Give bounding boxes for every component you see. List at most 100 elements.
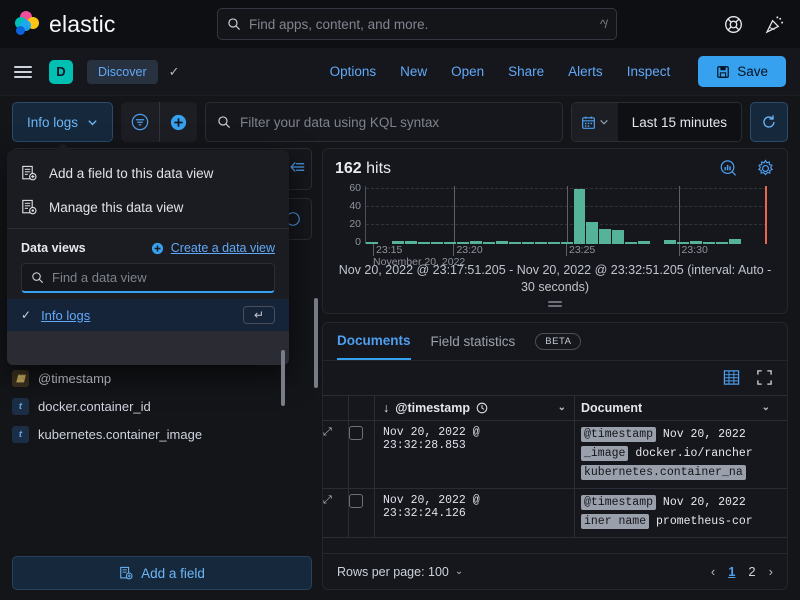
- menu-item-open[interactable]: Open: [451, 64, 484, 79]
- data-view-option-info-logs[interactable]: ✓ Info logs ↵: [7, 299, 289, 331]
- histogram-bar[interactable]: [574, 189, 586, 244]
- doc-line: @timestamp Nov 20, 2022: [581, 426, 753, 445]
- histogram-bar[interactable]: [586, 222, 598, 244]
- x-tick: 23:20: [453, 244, 482, 256]
- menu-item-options[interactable]: Options: [330, 64, 377, 79]
- save-button-label: Save: [737, 64, 768, 79]
- breadcrumb-check-icon: ✓: [169, 64, 180, 80]
- sidebar-scrollbar[interactable]: [314, 298, 318, 388]
- breadcrumb-discover[interactable]: Discover: [87, 60, 158, 84]
- chart-header: 162 hits: [335, 159, 775, 178]
- data-view-search-input[interactable]: Find a data view: [21, 263, 275, 293]
- global-search-input[interactable]: Find apps, content, and more. ^/: [217, 8, 617, 40]
- menu-item-share[interactable]: Share: [508, 64, 544, 79]
- field-item[interactable]: ▦ @timestamp: [12, 364, 312, 392]
- doc-field-chip: iner name: [581, 514, 649, 529]
- search-icon: [31, 271, 44, 284]
- histogram-bars[interactable]: [366, 186, 767, 244]
- checkbox-icon: [349, 494, 363, 508]
- filter-icon: [130, 112, 150, 132]
- page-2-button[interactable]: 2: [748, 564, 755, 579]
- column-header-timestamp[interactable]: ↓ @timestamp ⌄: [375, 395, 575, 421]
- help-lifebuoy-icon[interactable]: [724, 15, 743, 34]
- fullscreen-icon[interactable]: [756, 369, 773, 386]
- data-view-selector-label: Info logs: [27, 115, 78, 130]
- documents-panel: Documents Field statistics BETA: [322, 322, 788, 590]
- field-type-icon: t: [12, 398, 29, 415]
- doc-field-value: Nov 20, 2022: [663, 428, 746, 441]
- hits-count: 162: [335, 160, 362, 177]
- collapse-sidebar-icon[interactable]: [288, 160, 306, 174]
- add-filter-button[interactable]: [159, 102, 197, 142]
- panel-resize-handle[interactable]: [335, 301, 775, 307]
- column-header-document[interactable]: Document ⌄: [575, 395, 776, 421]
- check-icon: ✓: [21, 308, 31, 322]
- elastic-logo[interactable]: elastic: [14, 11, 116, 38]
- refresh-button[interactable]: [750, 102, 788, 142]
- hits-summary: 162 hits: [335, 160, 391, 178]
- rows-per-page-label[interactable]: Rows per page: 100: [337, 565, 449, 579]
- table-row[interactable]: ⤢ Nov 20, 2022 @ 23:32:28.853 @timestamp…: [323, 421, 787, 489]
- table-density-icon[interactable]: [723, 369, 740, 386]
- date-range-value[interactable]: Last 15 minutes: [618, 103, 741, 141]
- main-content: 162 hits: [322, 148, 788, 590]
- kql-query-input[interactable]: Filter your data using KQL syntax: [205, 102, 563, 142]
- menu-item-inspect[interactable]: Inspect: [627, 64, 671, 79]
- menu-item-new[interactable]: New: [400, 64, 427, 79]
- kql-placeholder: Filter your data using KQL syntax: [240, 115, 439, 130]
- field-item[interactable]: t kubernetes.container_image: [12, 420, 312, 448]
- chevron-down-icon[interactable]: ⌄: [762, 402, 770, 413]
- save-disk-icon: [716, 65, 730, 79]
- histogram-bar[interactable]: [599, 229, 611, 244]
- row-select-checkbox[interactable]: [349, 421, 375, 488]
- add-field-button[interactable]: Add a field: [12, 556, 312, 590]
- expand-row-button[interactable]: ⤢: [323, 421, 349, 488]
- save-button[interactable]: Save: [698, 56, 786, 87]
- gear-icon[interactable]: [756, 159, 775, 178]
- column-header-document-label: Document: [581, 401, 642, 415]
- next-page-button[interactable]: ›: [769, 564, 773, 579]
- time-end-marker: [765, 186, 767, 244]
- field-type-icon: t: [12, 426, 29, 443]
- popover-scrollbar[interactable]: [281, 350, 285, 406]
- doc-field-value: Nov 20, 2022: [663, 496, 746, 509]
- expand-arrows-icon: ⤢: [323, 494, 332, 506]
- table-row[interactable]: ⤢ Nov 20, 2022 @ 23:32:24.126 @timestamp…: [323, 489, 787, 538]
- hamburger-menu-icon[interactable]: [14, 66, 32, 78]
- popover-manage-label: Manage this data view: [49, 200, 183, 215]
- row-select-checkbox[interactable]: [349, 489, 375, 537]
- clock-icon: [476, 402, 488, 414]
- create-data-view-link[interactable]: Create a data view: [151, 241, 275, 255]
- tab-field-statistics[interactable]: Field statistics: [431, 322, 516, 360]
- chevron-down-icon[interactable]: ⌄: [455, 566, 463, 577]
- chevron-down-icon[interactable]: ⌄: [558, 402, 566, 413]
- checkbox-icon: [349, 426, 363, 440]
- expand-row-button[interactable]: ⤢: [323, 489, 349, 537]
- party-popper-icon[interactable]: [765, 15, 784, 34]
- query-bar: Info logs Filter your data usi: [0, 96, 800, 148]
- filter-options-button[interactable]: [121, 102, 159, 142]
- tab-documents[interactable]: Documents: [337, 322, 411, 360]
- app-menu-bar: D Discover ✓ Options New Open Share Aler…: [0, 48, 800, 96]
- popover-section-title: Data views: [21, 241, 86, 255]
- histogram-bar[interactable]: [612, 230, 624, 245]
- popover-add-field-item[interactable]: Add a field to this data view: [7, 156, 289, 190]
- popover-arrow: [55, 143, 71, 151]
- popover-manage-item[interactable]: Manage this data view: [7, 190, 289, 224]
- page-1-button[interactable]: 1: [728, 564, 735, 579]
- histogram-plot: 60 40 20 0 23:15 23:20: [335, 186, 775, 258]
- global-search-placeholder: Find apps, content, and more.: [249, 17, 592, 32]
- y-tick: 20: [349, 218, 361, 230]
- date-quick-select-button[interactable]: [572, 103, 618, 141]
- y-axis: 60 40 20 0: [335, 186, 361, 244]
- doc-field-value: prometheus-cor: [656, 515, 753, 528]
- prev-page-button[interactable]: ‹: [711, 564, 715, 579]
- doc-field-chip: _image: [581, 446, 628, 461]
- add-field-icon: [119, 566, 133, 580]
- field-item[interactable]: t docker.container_id: [12, 392, 312, 420]
- menu-item-alerts[interactable]: Alerts: [568, 64, 603, 79]
- data-view-selector-button[interactable]: Info logs: [12, 102, 113, 142]
- chart-inspect-icon[interactable]: [719, 159, 738, 178]
- refresh-icon: [761, 114, 777, 130]
- global-header: elastic Find apps, content, and more. ^/: [0, 0, 800, 48]
